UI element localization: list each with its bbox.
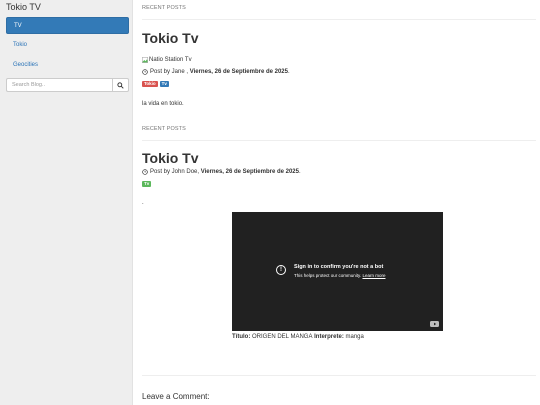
broken-image-icon — [142, 57, 148, 63]
video-subtext: This helps protect our community. Learn … — [294, 273, 385, 278]
sidebar: Tokio TV TV Tokio Geocities — [0, 0, 133, 405]
nav-item-tv[interactable]: TV — [6, 17, 129, 34]
alert-icon: ! — [276, 265, 286, 275]
post-body: la vida en tokio. — [142, 101, 184, 107]
video-heading: Sign in to confirm you're not a bot — [294, 264, 384, 270]
caption-title-label: Título: — [232, 334, 251, 340]
tag-tv[interactable]: Tv — [159, 81, 169, 87]
section-label: RECENT POSTS — [142, 126, 186, 132]
video-message: ! Sign in to confirm you're not a bot Th… — [276, 264, 385, 278]
divider — [142, 19, 536, 20]
caption-title-value: ORIGEN DEL MANGA — [252, 334, 313, 340]
clock-icon — [142, 69, 148, 75]
post-author: Post by Jane , — [150, 69, 189, 75]
post-title: Tokio Tv — [142, 30, 199, 46]
clock-icon — [142, 169, 148, 175]
post-meta: Post by John Doe, Viernes, 26 de Septiem… — [142, 169, 301, 175]
search-group — [6, 78, 129, 92]
brand-title[interactable]: Tokio TV — [6, 2, 41, 12]
post-image-alt: Natio Station Tv — [149, 57, 192, 63]
search-icon — [117, 81, 124, 89]
post-meta-suffix: . — [298, 169, 301, 175]
divider — [142, 140, 536, 141]
post-date: Viernes, 26 de Septiembre de 2025 — [200, 169, 299, 175]
sidebar-nav: TV Tokio Geocities — [6, 17, 129, 77]
tag-tv[interactable]: Tv — [142, 181, 152, 187]
caption-artist-value: manga — [345, 334, 364, 340]
search-button[interactable] — [112, 78, 129, 92]
post-title: Tokio Tv — [142, 150, 199, 166]
main-content: RECENT POSTS Tokio Tv Natio Station Tv P… — [142, 0, 536, 405]
caption-artist-label: Interprete: — [314, 334, 344, 340]
post-tags: Tv — [142, 181, 152, 187]
post-author: Post by John Doe, — [150, 169, 200, 175]
post-meta: Post by Jane , Viernes, 26 de Septiembre… — [142, 69, 290, 75]
learn-more-link[interactable]: Learn more — [362, 273, 385, 278]
search-input[interactable] — [6, 78, 112, 92]
section-label: RECENT POSTS — [142, 5, 186, 11]
video-caption: Título: ORIGEN DEL MANGA Interprete: man… — [232, 334, 364, 340]
youtube-icon[interactable] — [430, 321, 439, 327]
post-image: Natio Station Tv — [142, 57, 192, 63]
play-icon — [433, 322, 436, 326]
post-meta-suffix: . — [287, 69, 290, 75]
comments-heading: Leave a Comment: — [142, 392, 210, 401]
post-body: . — [142, 200, 144, 206]
nav-item-geocities[interactable]: Geocities — [6, 57, 129, 74]
video-embed[interactable]: ! Sign in to confirm you're not a bot Th… — [232, 212, 443, 331]
video-subtext-label: This helps protect our community. — [294, 273, 362, 278]
nav-item-tokio[interactable]: Tokio — [6, 37, 129, 54]
divider — [142, 375, 536, 376]
tag-tokio[interactable]: Tokio — [142, 81, 158, 87]
post-date: Viernes, 26 de Septiembre de 2025 — [189, 69, 288, 75]
post-tags: Tokio Tv — [142, 81, 169, 87]
